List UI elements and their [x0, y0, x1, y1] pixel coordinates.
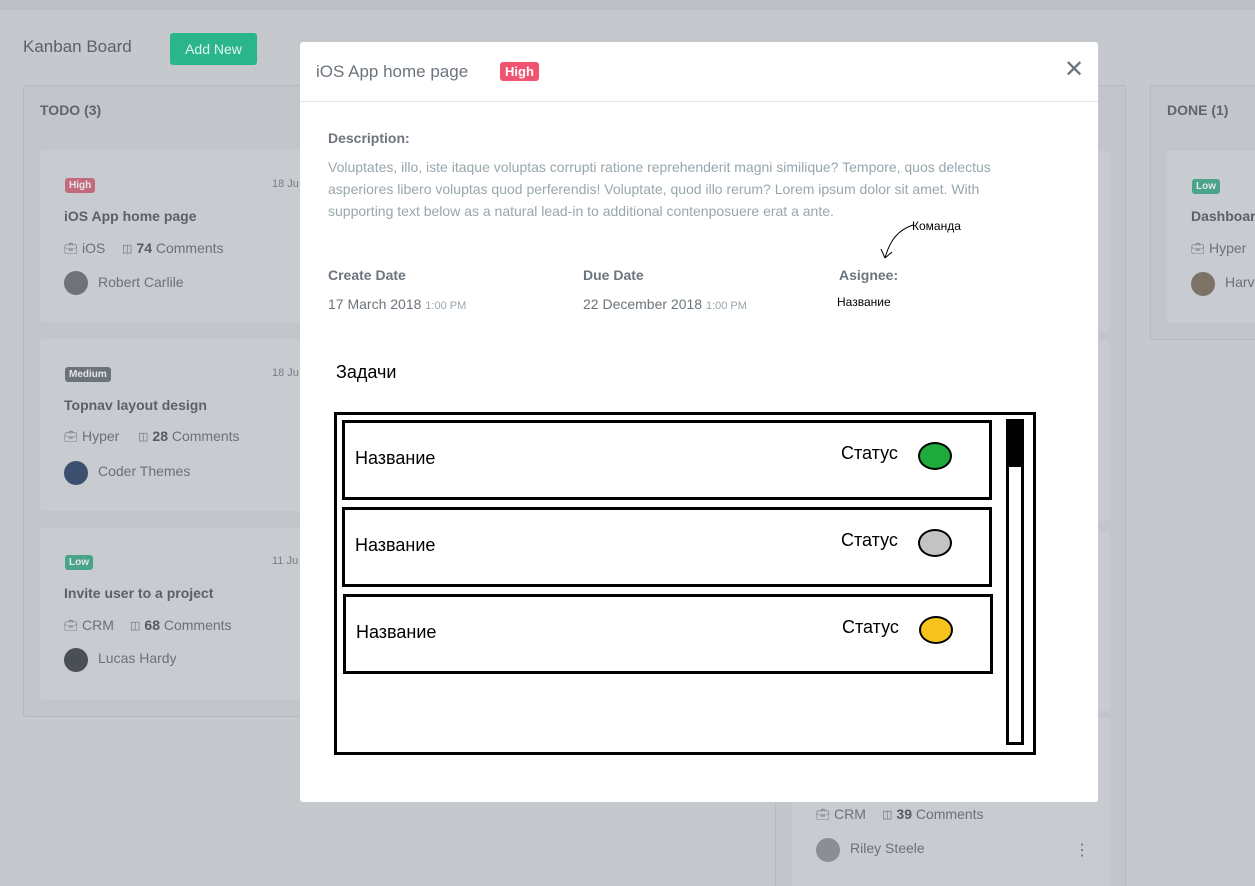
- card-date: 18 Ju: [272, 178, 299, 190]
- card-project: 💼︎ Hyper: [64, 428, 120, 444]
- column-done: DONE (1) Low Dashboar 💼︎ Hyper Harv: [1150, 85, 1255, 340]
- column-todo: TODO (3) High 18 Ju iOS App home page 💼︎…: [23, 85, 343, 717]
- card-user: Robert Carlile: [98, 274, 184, 290]
- tasks-list: Название Статус Название Статус Название…: [334, 412, 1036, 755]
- top-navbar: [0, 0, 1255, 10]
- column-title: TODO (3): [40, 102, 102, 118]
- tasks-scrollbar[interactable]: [1006, 419, 1024, 745]
- task-item[interactable]: Название Статус: [342, 420, 992, 500]
- card-user: Harv: [1225, 274, 1255, 290]
- status-indicator: [918, 442, 952, 470]
- card-comments: ◫ 68 Comments: [130, 617, 232, 633]
- briefcase-icon: 💼︎: [64, 431, 78, 443]
- card-project: 💼︎ Hyper: [1191, 240, 1247, 256]
- card-comments: ◫ 28 Comments: [138, 428, 240, 444]
- comments-icon: ◫: [130, 620, 141, 632]
- modal-header: iOS App home page High ✕: [300, 42, 1098, 102]
- card-title[interactable]: Dashboar: [1191, 208, 1255, 224]
- status-indicator: [919, 616, 953, 644]
- assignee-annotation: Команда: [912, 219, 961, 233]
- task-card[interactable]: Low 11 Ju Invite user to a project 💼︎ CRM…: [40, 528, 330, 700]
- scrollbar-thumb[interactable]: [1009, 422, 1021, 467]
- due-date-label: Due Date: [583, 267, 644, 283]
- briefcase-icon: 💼︎: [64, 243, 78, 255]
- assignee-label: Asignee:: [839, 267, 899, 283]
- briefcase-icon: 💼︎: [816, 809, 830, 821]
- task-status-label: Статус: [842, 617, 899, 637]
- task-status-label: Статус: [841, 530, 898, 550]
- avatar: [64, 461, 88, 485]
- page-title: Kanban Board: [23, 37, 132, 56]
- task-detail-modal: iOS App home page High ✕ Description: Vo…: [300, 42, 1098, 802]
- create-date-value: 17 March 2018 1:00 PM: [328, 296, 467, 312]
- avatar: [64, 271, 88, 295]
- avatar: [816, 838, 840, 862]
- briefcase-icon: 💼︎: [1191, 243, 1205, 255]
- card-title[interactable]: iOS App home page: [64, 208, 197, 224]
- assignee-value: Название: [837, 295, 891, 309]
- modal-title: iOS App home page: [316, 62, 469, 81]
- card-comments: ◫ 39 Comments: [882, 806, 984, 822]
- tasks-title: Задачи: [336, 362, 397, 382]
- card-date: 11 Ju: [272, 555, 299, 567]
- status-indicator: [918, 529, 952, 557]
- task-item[interactable]: Название Статус: [343, 594, 993, 674]
- add-new-button[interactable]: Add New: [170, 33, 257, 65]
- priority-badge: Medium: [65, 367, 111, 382]
- task-status-label: Статус: [841, 443, 898, 463]
- card-title[interactable]: Topnav layout design: [64, 397, 207, 413]
- card-project: 💼︎ iOS: [64, 240, 106, 256]
- comments-icon: ◫: [882, 809, 893, 821]
- task-card[interactable]: Low Dashboar 💼︎ Hyper Harv: [1167, 151, 1255, 323]
- avatar: [64, 648, 88, 672]
- card-project: 💼︎ CRM: [816, 806, 866, 822]
- task-name: Название: [356, 622, 437, 642]
- description-text: Voluptates, illo, iste itaque voluptas c…: [328, 159, 991, 219]
- due-date-value: 22 December 2018 1:00 PM: [583, 296, 747, 312]
- description-label: Description:: [328, 130, 410, 146]
- arrow-icon: [880, 224, 914, 259]
- card-date: 18 Ju: [272, 367, 299, 379]
- priority-badge: Low: [65, 555, 93, 570]
- kebab-menu-icon[interactable]: ⋮: [1074, 840, 1090, 860]
- task-name: Название: [355, 448, 436, 468]
- create-date-label: Create Date: [328, 267, 406, 283]
- task-item[interactable]: Название Статус: [342, 507, 992, 587]
- card-user: Riley Steele: [850, 840, 925, 856]
- card-project: 💼︎ CRM: [64, 617, 114, 633]
- card-user: Coder Themes: [98, 463, 191, 479]
- card-user: Lucas Hardy: [98, 650, 177, 666]
- priority-badge: Low: [1192, 179, 1220, 194]
- card-title[interactable]: Invite user to a project: [64, 585, 213, 601]
- column-title: DONE (1): [1167, 102, 1229, 118]
- task-name: Название: [355, 535, 436, 555]
- comments-icon: ◫: [138, 431, 149, 443]
- task-card[interactable]: Medium 18 Ju Topnav layout design 💼︎ Hype…: [40, 339, 330, 511]
- briefcase-icon: 💼︎: [64, 620, 78, 632]
- card-comments: ◫ 74 Comments: [122, 240, 224, 256]
- avatar: [1191, 272, 1215, 296]
- close-icon[interactable]: ✕: [1064, 58, 1084, 82]
- task-card[interactable]: High 18 Ju iOS App home page 💼︎ iOS ◫ 74 C…: [40, 150, 330, 322]
- priority-badge: High: [500, 62, 539, 81]
- priority-badge: High: [65, 178, 96, 193]
- comments-icon: ◫: [122, 243, 133, 255]
